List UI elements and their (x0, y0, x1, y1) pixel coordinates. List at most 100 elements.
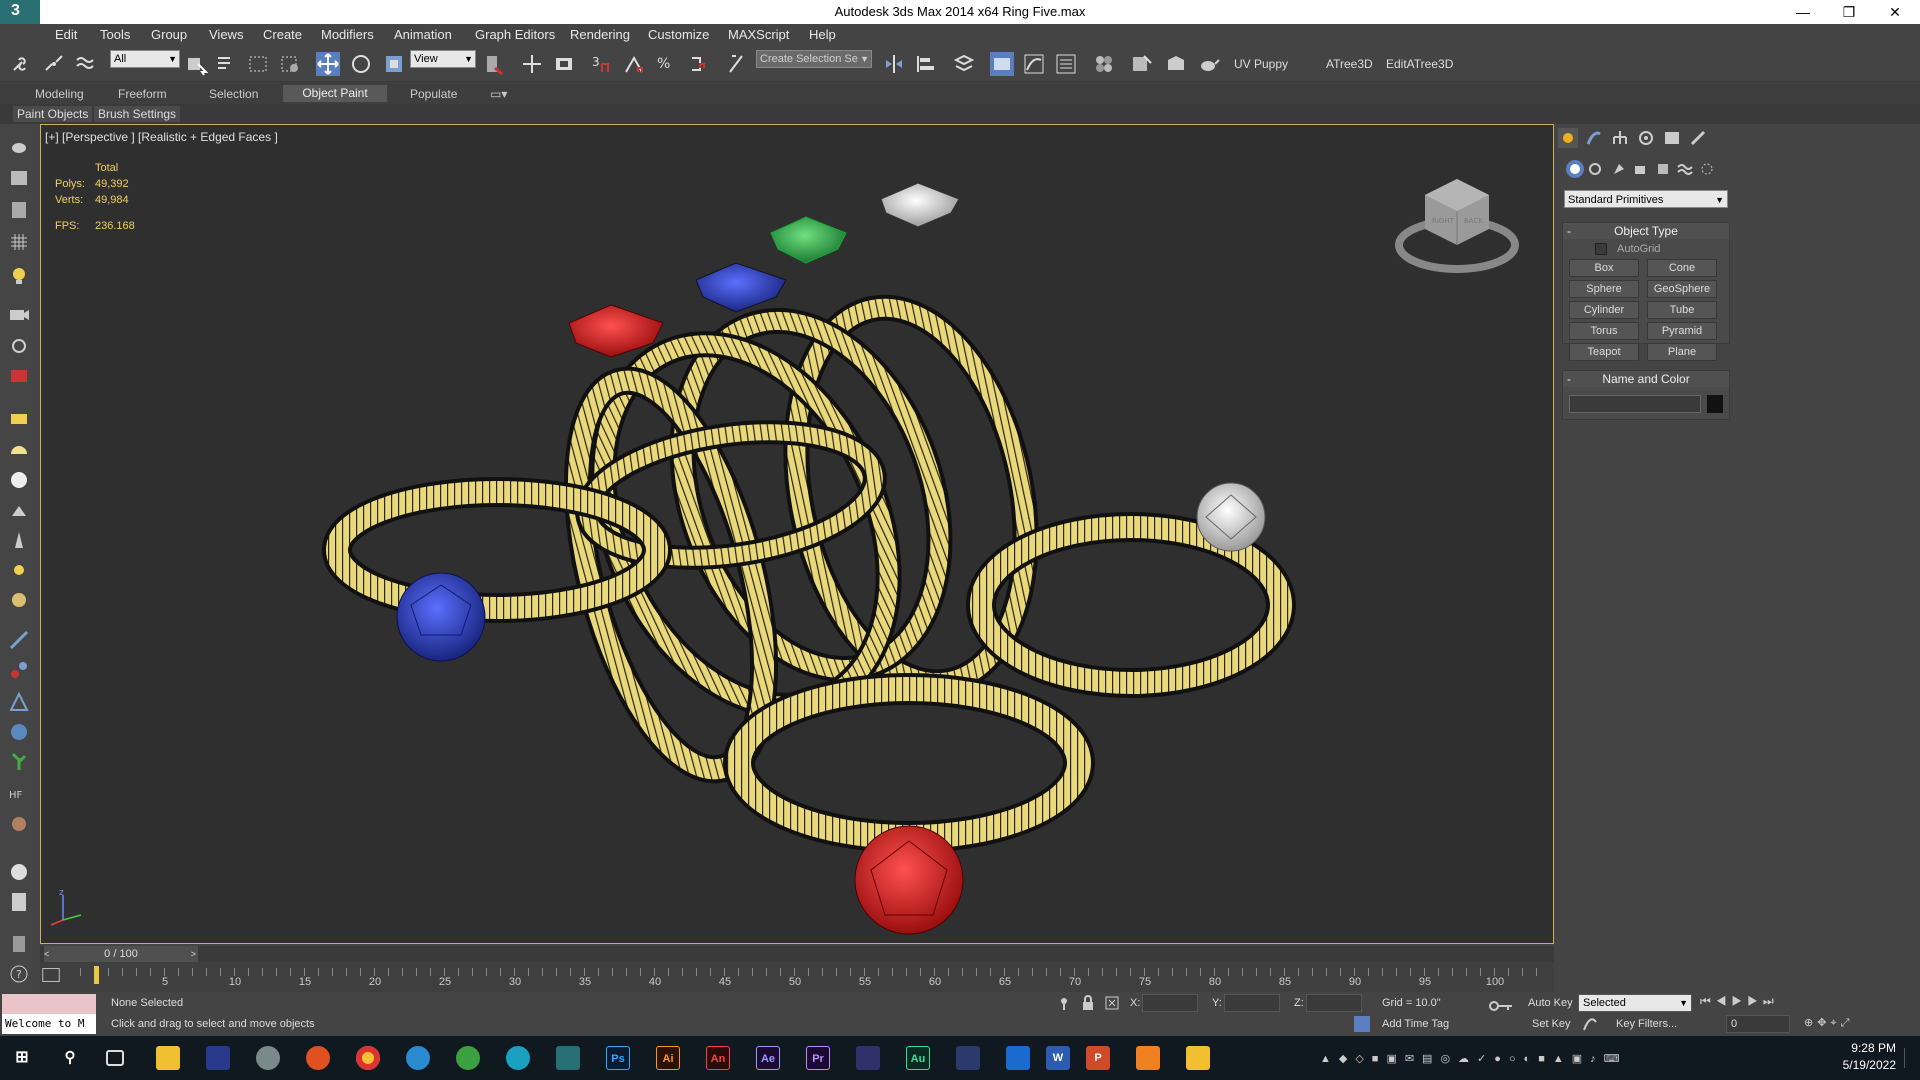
snap-toggle-icon[interactable]: 3 (590, 52, 614, 76)
maxscript-listener-input[interactable]: Welcome to M (2, 1014, 96, 1034)
menu-views[interactable]: Views (209, 27, 243, 42)
editatree3d-button[interactable]: EditATree3D (1386, 57, 1453, 71)
clock[interactable]: 9:28 PM 5/19/2022 (1843, 1040, 1896, 1074)
app-icon[interactable] (956, 1046, 980, 1070)
menu-rendering[interactable]: Rendering (570, 27, 630, 42)
render-teapot-icon[interactable] (1196, 52, 1220, 76)
rendered-frame-icon[interactable] (1164, 52, 1188, 76)
utilities-tab-icon[interactable] (1688, 128, 1708, 148)
app-icon[interactable] (1136, 1046, 1160, 1070)
film-icon[interactable] (7, 364, 31, 388)
lightbulb-icon[interactable] (7, 264, 31, 288)
geometry-icon[interactable] (1566, 160, 1584, 178)
grid-icon[interactable] (7, 230, 31, 254)
autogrid-checkbox[interactable] (1595, 243, 1607, 255)
object-type-header[interactable]: - Object Type (1563, 223, 1729, 239)
teapot-icon[interactable] (7, 134, 31, 158)
time-tag-icon[interactable] (1354, 1016, 1370, 1032)
render-frame-icon[interactable] (7, 166, 31, 190)
system-tray-icons[interactable]: ▲◆◇■▣✉▤◎☁✓●○◐■▲▣♪⌨ (1320, 1052, 1800, 1066)
display-tab-icon[interactable] (1662, 128, 1682, 148)
render-setup-icon[interactable] (1130, 52, 1154, 76)
ribbon-options-icon[interactable]: ▭▾ (490, 87, 507, 101)
viewport-nav-controls[interactable]: ⊕✥⌖⤢ (1804, 1016, 1914, 1032)
menu-tools[interactable]: Tools (100, 27, 130, 42)
rotate-icon[interactable] (349, 52, 373, 76)
layers-icon[interactable] (7, 198, 31, 222)
globe-icon[interactable] (7, 720, 31, 744)
menu-help[interactable]: Help (809, 27, 836, 42)
tab-modeling[interactable]: Modeling (35, 87, 84, 101)
menu-edit[interactable]: Edit (55, 27, 77, 42)
firefox-icon[interactable] (306, 1046, 330, 1070)
key-filters-button[interactable]: Key Filters... (1616, 1018, 1677, 1030)
app-icon[interactable] (456, 1046, 480, 1070)
angle-snap-icon[interactable] (622, 52, 646, 76)
maxscript-mini-listener[interactable] (2, 994, 96, 1014)
camera-icon[interactable] (7, 302, 31, 326)
link-icon[interactable] (10, 52, 34, 76)
sphere-button[interactable]: Sphere (1569, 280, 1639, 298)
perspective-viewport[interactable]: RIGHT BACK z [+] [Perspective ] [Realist… (40, 124, 1554, 944)
layer-manager-icon[interactable] (952, 52, 976, 76)
bind-spacewarp-icon[interactable] (74, 52, 98, 76)
hierarchy-tab-icon[interactable] (1610, 128, 1630, 148)
rect-selection-icon[interactable] (246, 52, 270, 76)
helpers-icon[interactable] (1654, 160, 1672, 178)
key-icon[interactable] (1488, 998, 1514, 1014)
hair-icon[interactable]: HF (7, 782, 31, 806)
hemisphere-icon[interactable] (7, 438, 31, 462)
edit-named-selection-icon[interactable] (726, 52, 750, 76)
cylinder-button[interactable]: Cylinder (1569, 301, 1639, 319)
geosphere-button[interactable]: GeoSphere (1647, 280, 1717, 298)
keyboard-shortcut-icon[interactable] (552, 52, 576, 76)
tools-icon[interactable] (7, 932, 31, 956)
ring-ruby-flat[interactable] (723, 673, 1095, 935)
sun-icon[interactable] (7, 558, 31, 582)
helper-icon[interactable] (7, 334, 31, 358)
set-key-button[interactable]: Set Key (1532, 1018, 1571, 1030)
chrome-icon[interactable] (356, 1046, 380, 1070)
named-selection-dropdown[interactable]: Create Selection Se ▼ (756, 50, 872, 68)
character-icon[interactable] (7, 690, 31, 714)
plane-button[interactable]: Plane (1647, 343, 1717, 361)
illustrator-icon[interactable]: Ai (656, 1046, 680, 1070)
app-icon[interactable] (856, 1046, 880, 1070)
cloth-icon[interactable] (7, 812, 31, 836)
tab-selection[interactable]: Selection (209, 87, 258, 101)
move-icon[interactable] (316, 52, 340, 76)
pyramid-button[interactable]: Pyramid (1647, 322, 1717, 340)
cameras-icon[interactable] (1632, 160, 1650, 178)
torus-button[interactable]: Torus (1569, 322, 1639, 340)
premiere-icon[interactable]: Pr (806, 1046, 830, 1070)
systems-icon[interactable] (1698, 160, 1716, 178)
menu-group[interactable]: Group (151, 27, 187, 42)
menu-create[interactable]: Create (263, 27, 302, 42)
menu-customize[interactable]: Customize (648, 27, 709, 42)
x-coord-input[interactable] (1142, 994, 1198, 1012)
mirror-icon[interactable] (882, 52, 906, 76)
slider-right-arrow-icon[interactable]: > (191, 946, 196, 962)
current-frame-input[interactable]: 0 (1726, 1015, 1790, 1033)
calculator-icon[interactable] (7, 890, 31, 914)
3dsmax-taskbar-icon[interactable] (556, 1046, 580, 1070)
percent-snap-icon[interactable]: % (654, 52, 678, 76)
select-object-icon[interactable] (184, 52, 209, 76)
geosphere-icon[interactable] (7, 500, 31, 524)
sphere-shade-icon[interactable] (7, 860, 31, 884)
atree3d-button[interactable]: ATree3D (1326, 57, 1373, 71)
create-tab-sun-icon[interactable] (1558, 128, 1578, 148)
graphite-toolbar-icon[interactable] (990, 52, 1014, 76)
reference-coord-dropdown[interactable]: View ▼ (410, 50, 476, 68)
y-coord-input[interactable] (1224, 994, 1280, 1012)
z-coord-input[interactable] (1306, 994, 1362, 1012)
viewcube[interactable]: RIGHT BACK (1395, 179, 1519, 273)
menu-modifiers[interactable]: Modifiers (321, 27, 374, 42)
schematic-view-icon[interactable] (1054, 52, 1078, 76)
uv-puppy-label[interactable]: UV Puppy (1234, 57, 1288, 71)
word-icon[interactable]: W (1046, 1046, 1070, 1070)
task-view-icon[interactable] (106, 1050, 124, 1066)
time-slider[interactable]: <0 / 100 > (40, 946, 1554, 962)
selection-filter-dropdown[interactable]: All ▼ (110, 50, 180, 68)
scale-icon[interactable] (382, 52, 406, 76)
